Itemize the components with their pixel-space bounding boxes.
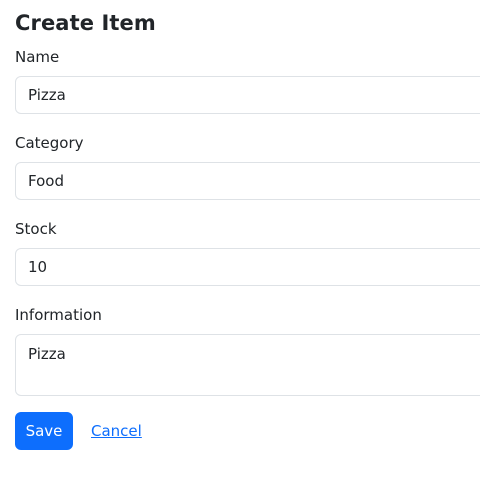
information-textarea[interactable]: Pizza <box>15 334 480 396</box>
save-button[interactable]: Save <box>15 412 73 450</box>
name-input[interactable] <box>15 76 480 114</box>
information-label: Information <box>15 306 102 324</box>
category-input[interactable] <box>15 162 480 200</box>
create-item-page: Create Item Name Category Stock Informat… <box>0 0 480 483</box>
name-label: Name <box>15 48 60 66</box>
cancel-link[interactable]: Cancel <box>91 421 142 441</box>
stock-input[interactable] <box>15 248 480 286</box>
category-label: Category <box>15 134 84 152</box>
stock-label: Stock <box>15 220 57 238</box>
page-title: Create Item <box>15 11 156 35</box>
